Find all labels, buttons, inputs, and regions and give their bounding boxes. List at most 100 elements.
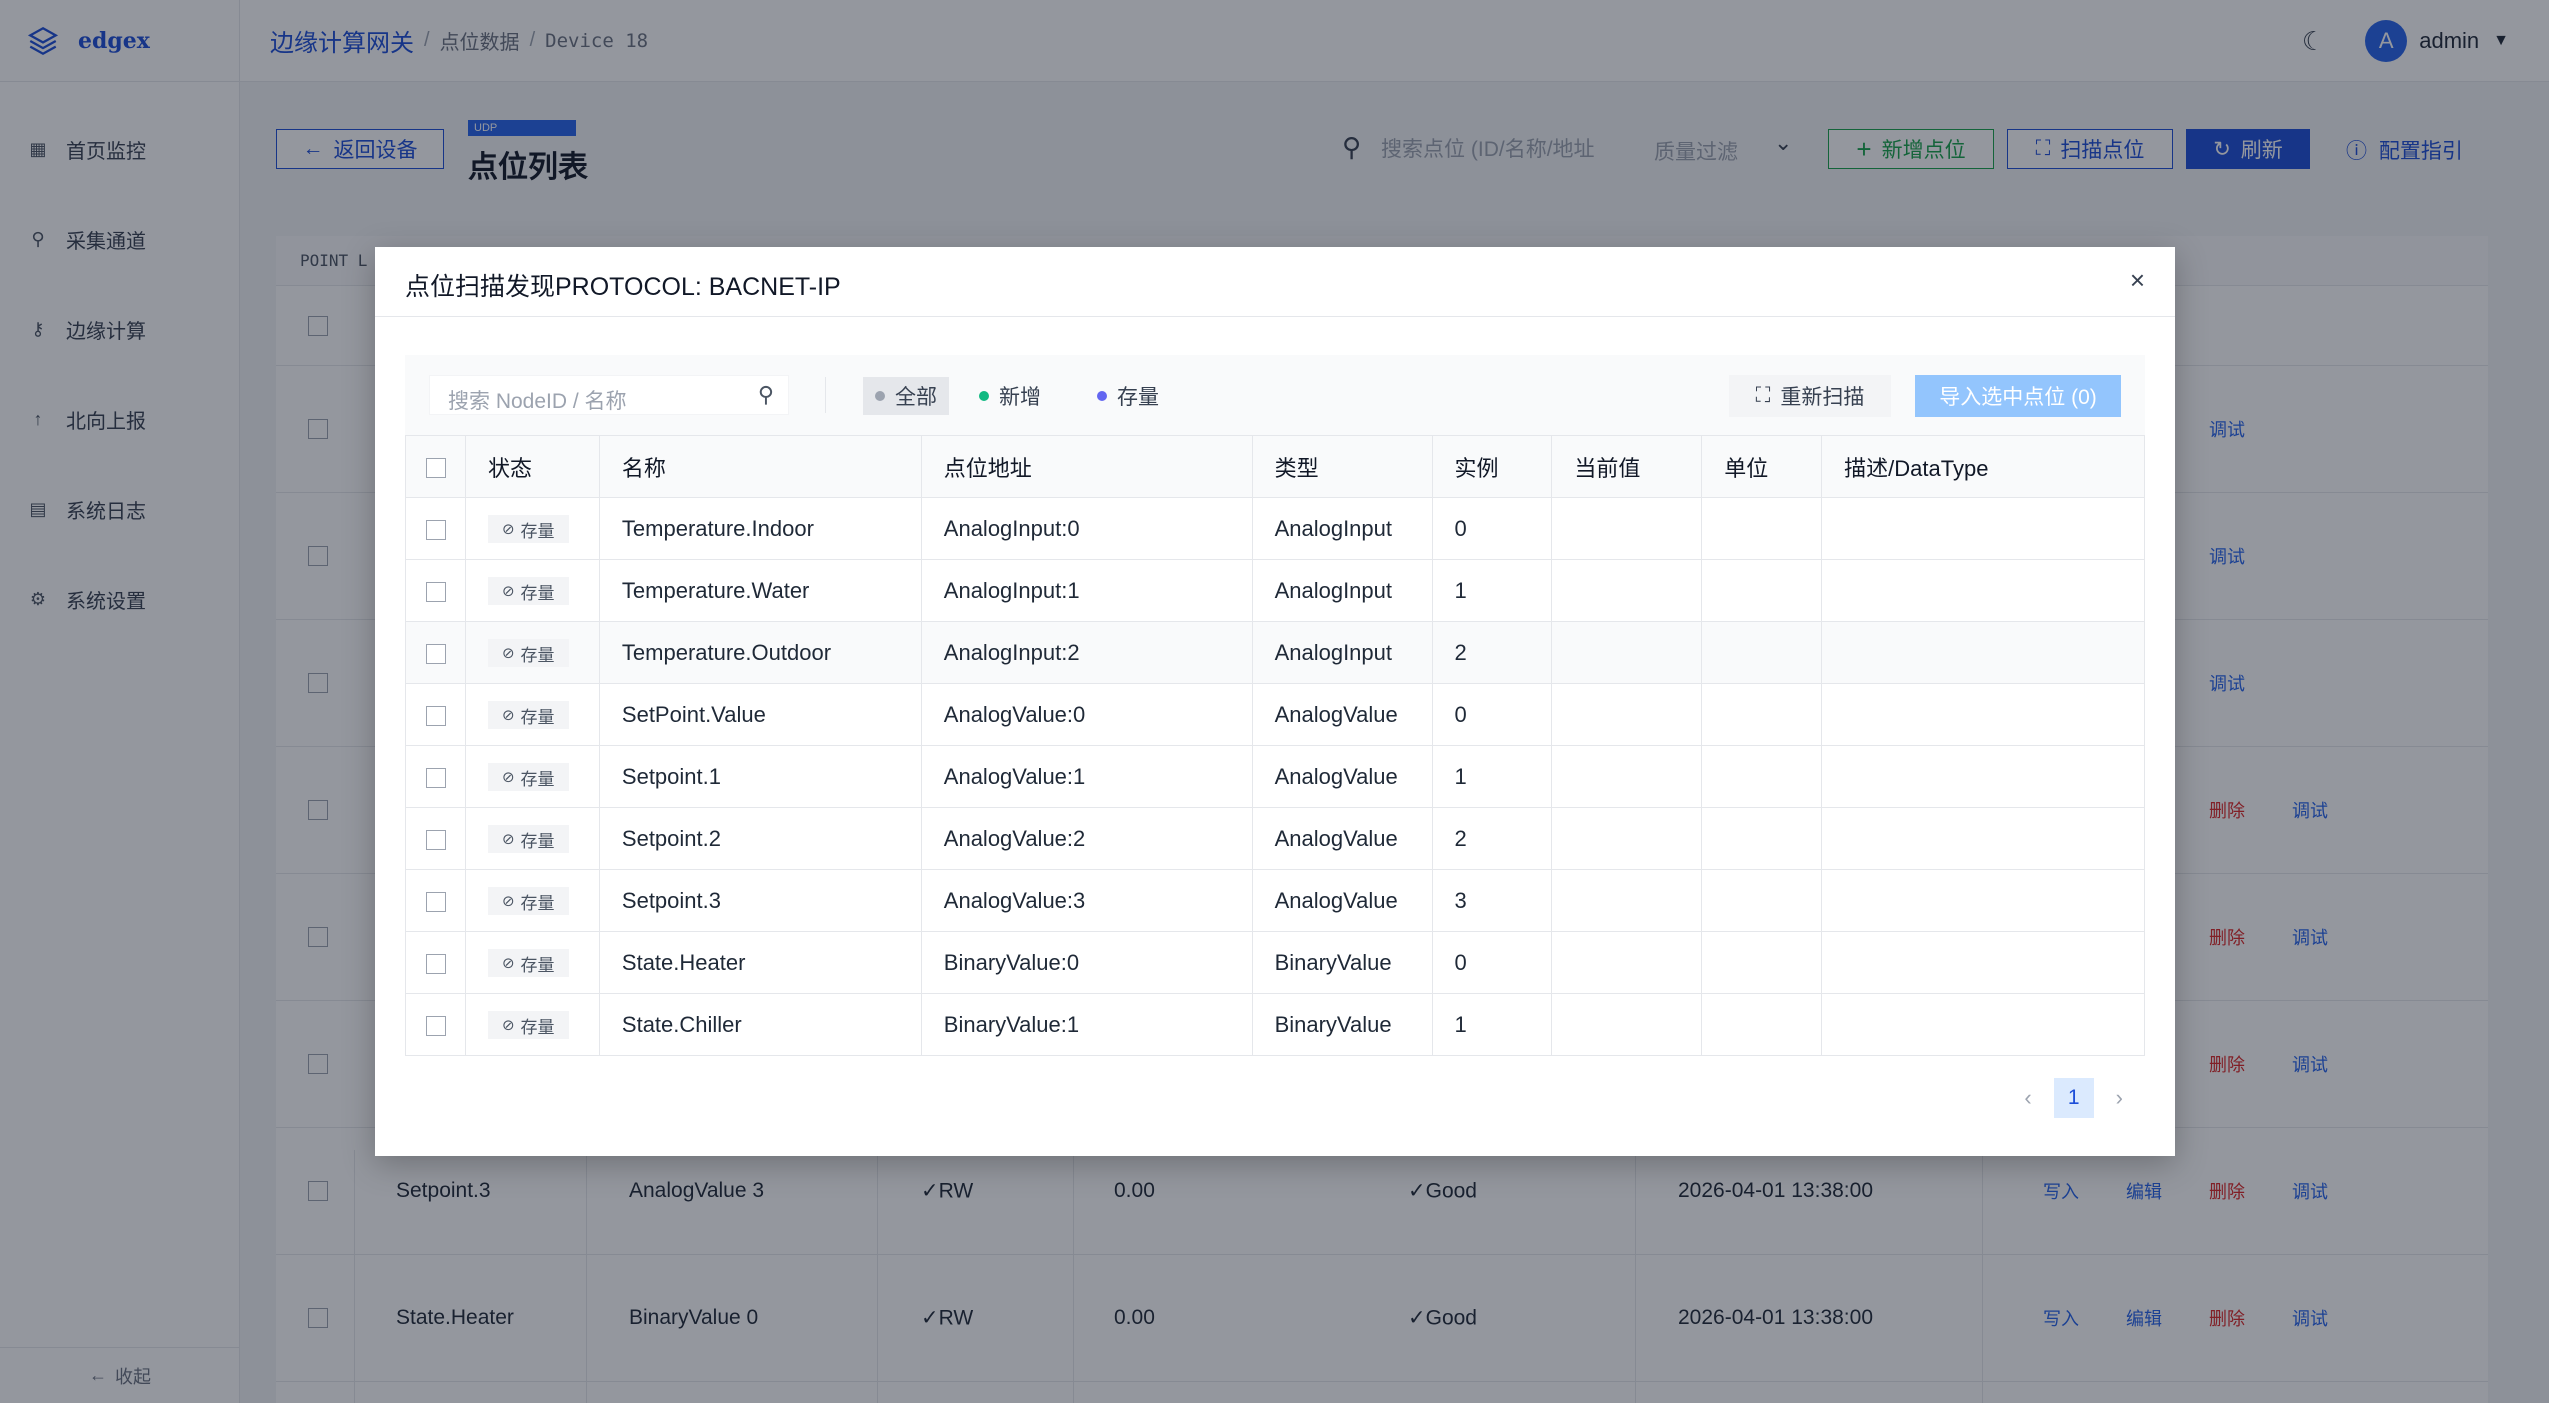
check-circle-icon: ⊘ [501,645,515,662]
status-cell: ⊘ 存量 [464,807,600,870]
unit-cell [1701,807,1823,870]
column-header[interactable]: 实例 [1431,435,1553,498]
table-row[interactable]: ⊘ 存量 State.Chiller BinaryValue:1 BinaryVa… [405,993,2145,1056]
column-header[interactable]: 单位 [1701,435,1823,498]
address-cell: AnalogValue:3 [920,869,1253,932]
address-cell: AnalogInput:0 [920,497,1253,560]
status-cell: ⊘ 存量 [464,931,600,994]
chevron-right-icon[interactable]: › [2116,1085,2123,1111]
close-icon[interactable]: × [2130,265,2145,296]
name-cell: Temperature.Outdoor [598,621,922,684]
status-cell: ⊘ 存量 [464,745,600,808]
scan-discovery-modal: 点位扫描发现PROTOCOL: BACNET-IP × 搜索 NodeID / … [375,247,2175,1156]
name-cell: State.Chiller [598,993,922,1056]
row-checkbox[interactable] [426,1015,446,1036]
value-cell [1551,869,1703,932]
status-label: 存量 [520,955,555,975]
unit-cell [1701,931,1823,994]
status-label: 存量 [520,893,555,913]
table-row[interactable]: ⊘ 存量 Setpoint.1 AnalogValue:1 AnalogValue… [405,745,2145,808]
value-cell [1551,683,1703,746]
rescan-button[interactable]: ⛶ 重新扫描 [1729,375,1891,417]
value-cell [1551,931,1703,994]
scan-filter-bar: 搜索 NodeID / 名称 ⚲ 全部 新增 存量 ⛶ 重新扫描 导入选中点位 … [405,355,2145,435]
instance-cell: 0 [1431,683,1553,746]
table-row[interactable]: ⊘ 存量 Setpoint.2 AnalogValue:2 AnalogValue… [405,807,2145,870]
table-row[interactable]: ⊘ 存量 Setpoint.3 AnalogValue:3 AnalogValue… [405,869,2145,932]
check-circle-icon: ⊘ [501,583,515,600]
row-checkbox[interactable] [426,891,446,912]
column-header[interactable]: 当前值 [1551,435,1703,498]
instance-cell: 3 [1431,869,1553,932]
status-badge: ⊘ 存量 [487,763,569,791]
type-cell: AnalogInput [1251,497,1433,560]
row-checkbox[interactable] [426,953,446,974]
chevron-left-icon[interactable]: ‹ [2024,1085,2031,1111]
select-all-checkbox[interactable] [426,457,446,478]
desc-cell [1821,869,2145,932]
filter-label: 新增 [999,386,1041,409]
table-row[interactable]: ⊘ 存量 Temperature.Outdoor AnalogInput:2 An… [405,621,2145,684]
filter-chip-existing[interactable]: 存量 [1085,377,1171,415]
check-circle-icon: ⊘ [501,769,515,786]
import-selected-button[interactable]: 导入选中点位 (0) [1915,375,2121,417]
dot-icon [979,391,989,401]
unit-cell [1701,993,1823,1056]
desc-cell [1821,745,2145,808]
table-row[interactable]: ⊘ 存量 SetPoint.Value AnalogValue:0 AnalogV… [405,683,2145,746]
search-placeholder: 搜索 NodeID / 名称 [448,390,627,413]
status-label: 存量 [520,831,555,851]
page-number-button[interactable]: 1 [2053,1078,2094,1118]
value-cell [1551,745,1703,808]
search-icon: ⚲ [757,382,774,407]
filter-chip-all[interactable]: 全部 [863,377,949,415]
unit-cell [1701,745,1823,808]
name-cell: Setpoint.3 [598,869,922,932]
desc-cell [1821,497,2145,560]
row-checkbox[interactable] [426,643,446,664]
checkbox-cell [405,621,466,684]
checkbox-cell [405,807,466,870]
column-header[interactable]: 名称 [598,435,922,498]
type-cell: AnalogValue [1251,807,1433,870]
status-cell: ⊘ 存量 [464,621,600,684]
value-cell [1551,621,1703,684]
row-checkbox[interactable] [426,829,446,850]
status-label: 存量 [520,645,555,665]
nodeid-search-input[interactable]: 搜索 NodeID / 名称 ⚲ [429,375,789,415]
column-header[interactable]: 类型 [1251,435,1433,498]
row-checkbox[interactable] [426,767,446,788]
status-cell: ⊘ 存量 [464,683,600,746]
table-row[interactable]: ⊘ 存量 Temperature.Water AnalogInput:1 Anal… [405,559,2145,622]
row-checkbox[interactable] [426,705,446,726]
check-circle-icon: ⊘ [501,1017,515,1034]
table-row[interactable]: ⊘ 存量 Temperature.Indoor AnalogInput:0 Ana… [405,497,2145,560]
status-cell: ⊘ 存量 [464,559,600,622]
type-cell: BinaryValue [1251,931,1433,994]
table-header-row: 状态 名称 点位地址 类型 实例 当前值 单位 描述/DataType [405,435,2145,498]
type-cell: AnalogInput [1251,559,1433,622]
name-cell: Setpoint.1 [598,745,922,808]
name-cell: Setpoint.2 [598,807,922,870]
instance-cell: 1 [1431,745,1553,808]
dot-icon [875,391,885,401]
column-header[interactable]: 状态 [464,435,600,498]
checkbox-cell [405,745,466,808]
check-circle-icon: ⊘ [501,893,515,910]
desc-cell [1821,621,2145,684]
filter-label: 存量 [1117,386,1159,409]
status-badge: ⊘ 存量 [487,887,569,915]
column-header[interactable]: 描述/DataType [1821,435,2145,498]
column-header[interactable]: 点位地址 [920,435,1253,498]
status-badge: ⊘ 存量 [487,701,569,729]
address-cell: AnalogInput:2 [920,621,1253,684]
row-checkbox[interactable] [426,519,446,540]
row-checkbox[interactable] [426,581,446,602]
name-cell: Temperature.Water [598,559,922,622]
check-circle-icon: ⊘ [501,521,515,538]
value-cell [1551,807,1703,870]
table-row[interactable]: ⊘ 存量 State.Heater BinaryValue:0 BinaryVal… [405,931,2145,994]
modal-body: 搜索 NodeID / 名称 ⚲ 全部 新增 存量 ⛶ 重新扫描 导入选中点位 … [405,355,2145,1056]
filter-chip-new[interactable]: 新增 [967,377,1053,415]
checkbox-cell [405,869,466,932]
